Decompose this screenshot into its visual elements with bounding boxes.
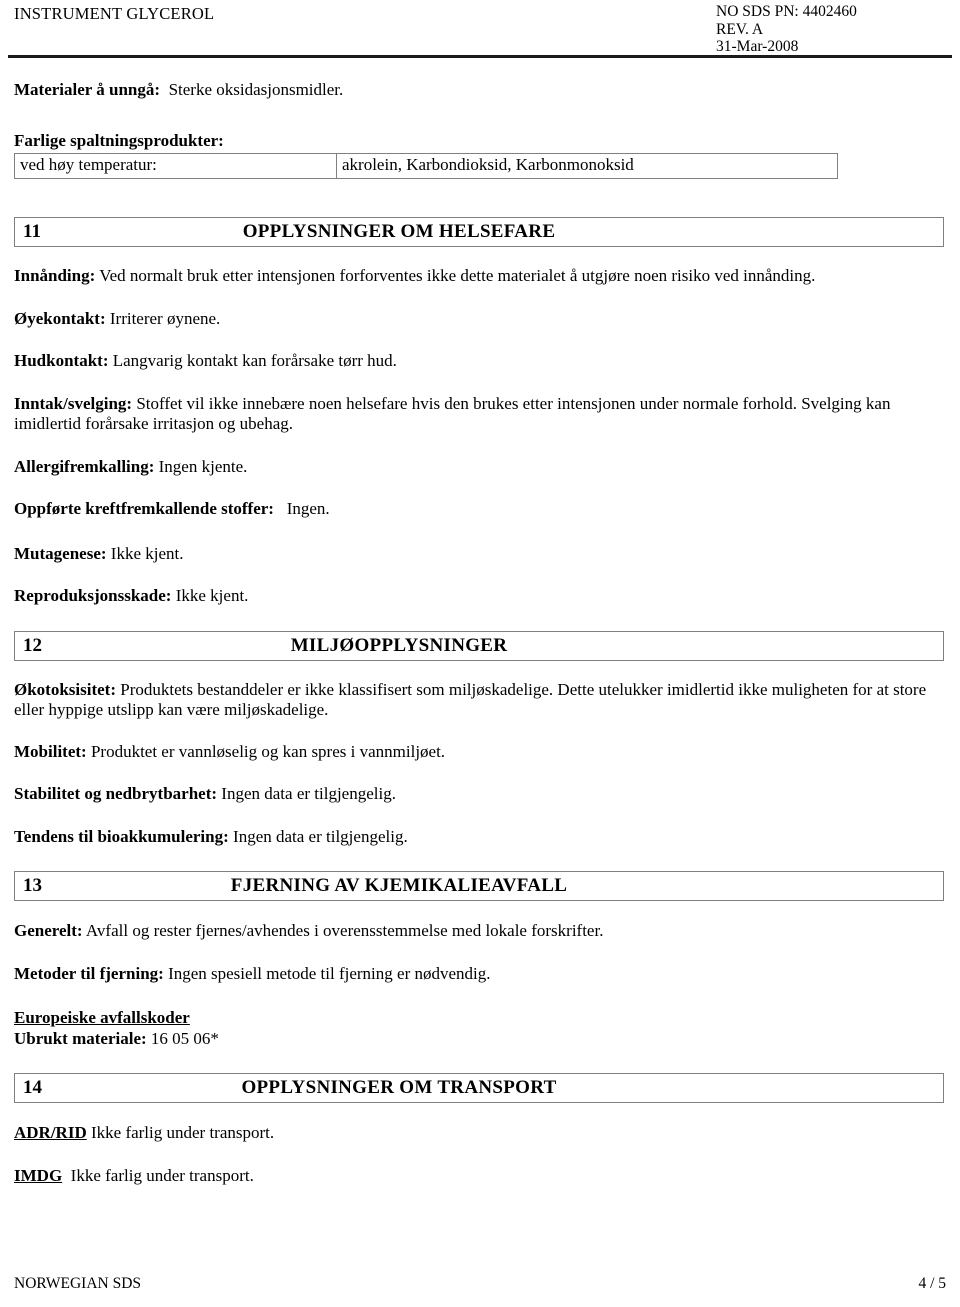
section-title: MILJØOPPLYSNINGER	[290, 634, 508, 656]
entry-text: Produktet er vannløselig og kan spres i …	[90, 741, 446, 761]
document-header: INSTRUMENT GLYCEROL NO SDS PN: 4402460 R…	[0, 0, 960, 55]
materials-to-avoid-value: Sterke oksidasjonsmidler.	[168, 80, 344, 99]
sds-part-number: NO SDS PN: 4402460	[716, 3, 857, 20]
entry-label: Metoder til fjerning:	[14, 963, 164, 983]
decomposition-table: ved høy temperatur: akrolein, Karbondiok…	[14, 153, 838, 179]
entry-oyekontakt: Øyekontakt: Irriterer øynene.	[14, 309, 946, 330]
entry-text: Ikke farlig under transport.	[70, 1165, 254, 1185]
entry-text: Ikke kjent.	[110, 543, 184, 563]
header-divider	[8, 55, 952, 58]
entry-generelt: Generelt: Avfall og rester fjernes/avhen…	[14, 921, 946, 942]
entry-imdg: IMDG Ikke farlig under transport.	[14, 1166, 946, 1187]
entry-label: Mutagenese:	[14, 543, 107, 563]
waste-code-label: Ubrukt materiale:	[14, 1028, 147, 1048]
entry-label: Reproduksjonsskade:	[14, 586, 172, 605]
entry-text: Ingen data er tilgjengelig.	[233, 826, 408, 846]
revision-date: 31-Mar-2008	[716, 38, 799, 55]
waste-code-row: Ubrukt materiale: 16 05 06*	[14, 1029, 946, 1050]
entry-label: Generelt:	[14, 921, 83, 940]
footer-page: 4 / 5	[918, 1275, 946, 1292]
product-name: INSTRUMENT GLYCEROL	[14, 4, 215, 23]
entry-text: Ved normalt bruk etter intensjonen forfo…	[99, 266, 816, 285]
entry-text: Irriterer øynene.	[109, 308, 221, 328]
entry-text: Produktets bestanddeler er ikke klassifi…	[14, 679, 927, 720]
table-row: ved høy temperatur: akrolein, Karbondiok…	[14, 153, 838, 179]
entry-text: Stoffet vil ikke innebære noen helsefare…	[14, 393, 891, 434]
entry-kreftfremkallende: Oppførte kreftfremkallende stoffer: Inge…	[14, 499, 946, 520]
entry-stabilitet: Stabilitet og nedbrytbarhet: Ingen data …	[14, 784, 946, 805]
decomposition-condition: ved høy temperatur:	[14, 153, 337, 179]
entry-label: Stabilitet og nedbrytbarhet:	[14, 784, 218, 803]
entry-allergifremkalling: Allergifremkalling: Ingen kjente.	[14, 457, 946, 478]
sds-page: INSTRUMENT GLYCEROL NO SDS PN: 4402460 R…	[0, 0, 960, 1307]
revision-label: REV. A	[716, 20, 764, 38]
entry-text: Ingen.	[286, 499, 330, 518]
entry-mutagenese: Mutagenese: Ikke kjent.	[14, 544, 946, 565]
section-bar-14: 14 OPPLYSNINGER OM TRANSPORT	[14, 1073, 944, 1103]
entry-text: Ingen data er tilgjengelig.	[221, 784, 396, 803]
entry-text: Ikke kjent.	[175, 586, 249, 605]
entry-text: Avfall og rester fjernes/avhendes i over…	[85, 921, 604, 940]
entry-text: Ikke farlig under transport.	[90, 1123, 275, 1142]
entry-label: ADR/RID	[14, 1123, 87, 1142]
entry-metoder-fjerning: Metoder til fjerning: Ingen spesiell met…	[14, 964, 946, 985]
waste-code-value: 16 05 06*	[150, 1028, 219, 1048]
header-meta: NO SDS PN: 4402460 REV. A 31-Mar-2008	[716, 3, 857, 56]
section-bar-11: 11 OPPLYSNINGER OM HELSEFARE	[14, 217, 944, 247]
entry-mobilitet: Mobilitet: Produktet er vannløselig og k…	[14, 742, 946, 763]
entry-label: Tendens til bioakkumulering:	[14, 826, 229, 846]
entry-label: Oppførte kreftfremkallende stoffer:	[14, 499, 274, 518]
section-title: OPPLYSNINGER OM TRANSPORT	[241, 1077, 557, 1098]
materials-to-avoid: Materialer å unngå: Sterke oksidasjonsmi…	[14, 80, 946, 101]
entry-reproduksjonsskade: Reproduksjonsskade: Ikke kjent.	[14, 586, 946, 607]
entry-label: Øyekontakt:	[14, 308, 106, 328]
section-bar-13: 13 FJERNING AV KJEMIKALIEAVFALL	[14, 871, 944, 901]
document-body: Materialer å unngå: Sterke oksidasjonsmi…	[0, 80, 960, 1186]
decomposition-products: akrolein, Karbondioksid, Karbonmonoksid	[336, 153, 838, 179]
entry-bioakkumulering: Tendens til bioakkumulering: Ingen data …	[14, 827, 946, 848]
entry-okotoksisitet: Økotoksisitet: Produktets bestanddeler e…	[14, 680, 946, 721]
section-title: FJERNING AV KJEMIKALIEAVFALL	[230, 875, 568, 896]
entry-label: Hudkontakt:	[14, 351, 109, 370]
entry-inntak-svelging: Inntak/svelging: Stoffet vil ikke innebæ…	[14, 394, 946, 435]
document-footer: NORWEGIAN SDS 4 / 5	[14, 1275, 946, 1293]
entry-innanding: Innånding: Ved normalt bruk etter intens…	[14, 266, 946, 287]
entry-adr-rid: ADR/RID Ikke farlig under transport.	[14, 1123, 946, 1144]
waste-codes-heading: Europeiske avfallskoder	[14, 1008, 190, 1027]
footer-left: NORWEGIAN SDS	[14, 1275, 142, 1292]
entry-text: Ingen spesiell metode til fjerning er nø…	[168, 963, 491, 983]
entry-label: IMDG	[14, 1165, 63, 1185]
entry-hudkontakt: Hudkontakt: Langvarig kontakt kan forårs…	[14, 351, 946, 372]
materials-to-avoid-label: Materialer å unngå:	[14, 80, 161, 99]
entry-text: Langvarig kontakt kan forårsake tørr hud…	[112, 351, 397, 370]
decomposition-heading: Farlige spaltningsprodukter:	[14, 130, 224, 150]
section-title: OPPLYSNINGER OM HELSEFARE	[242, 221, 556, 242]
entry-text: Ingen kjente.	[158, 456, 248, 476]
entry-label: Inntak/svelging:	[14, 393, 133, 413]
entry-label: Innånding:	[14, 266, 96, 285]
entry-label: Økotoksisitet:	[14, 679, 116, 699]
entry-label: Allergifremkalling:	[14, 456, 155, 476]
entry-label: Mobilitet:	[14, 741, 87, 761]
section-bar-12: 12 MILJØOPPLYSNINGER	[14, 630, 944, 661]
